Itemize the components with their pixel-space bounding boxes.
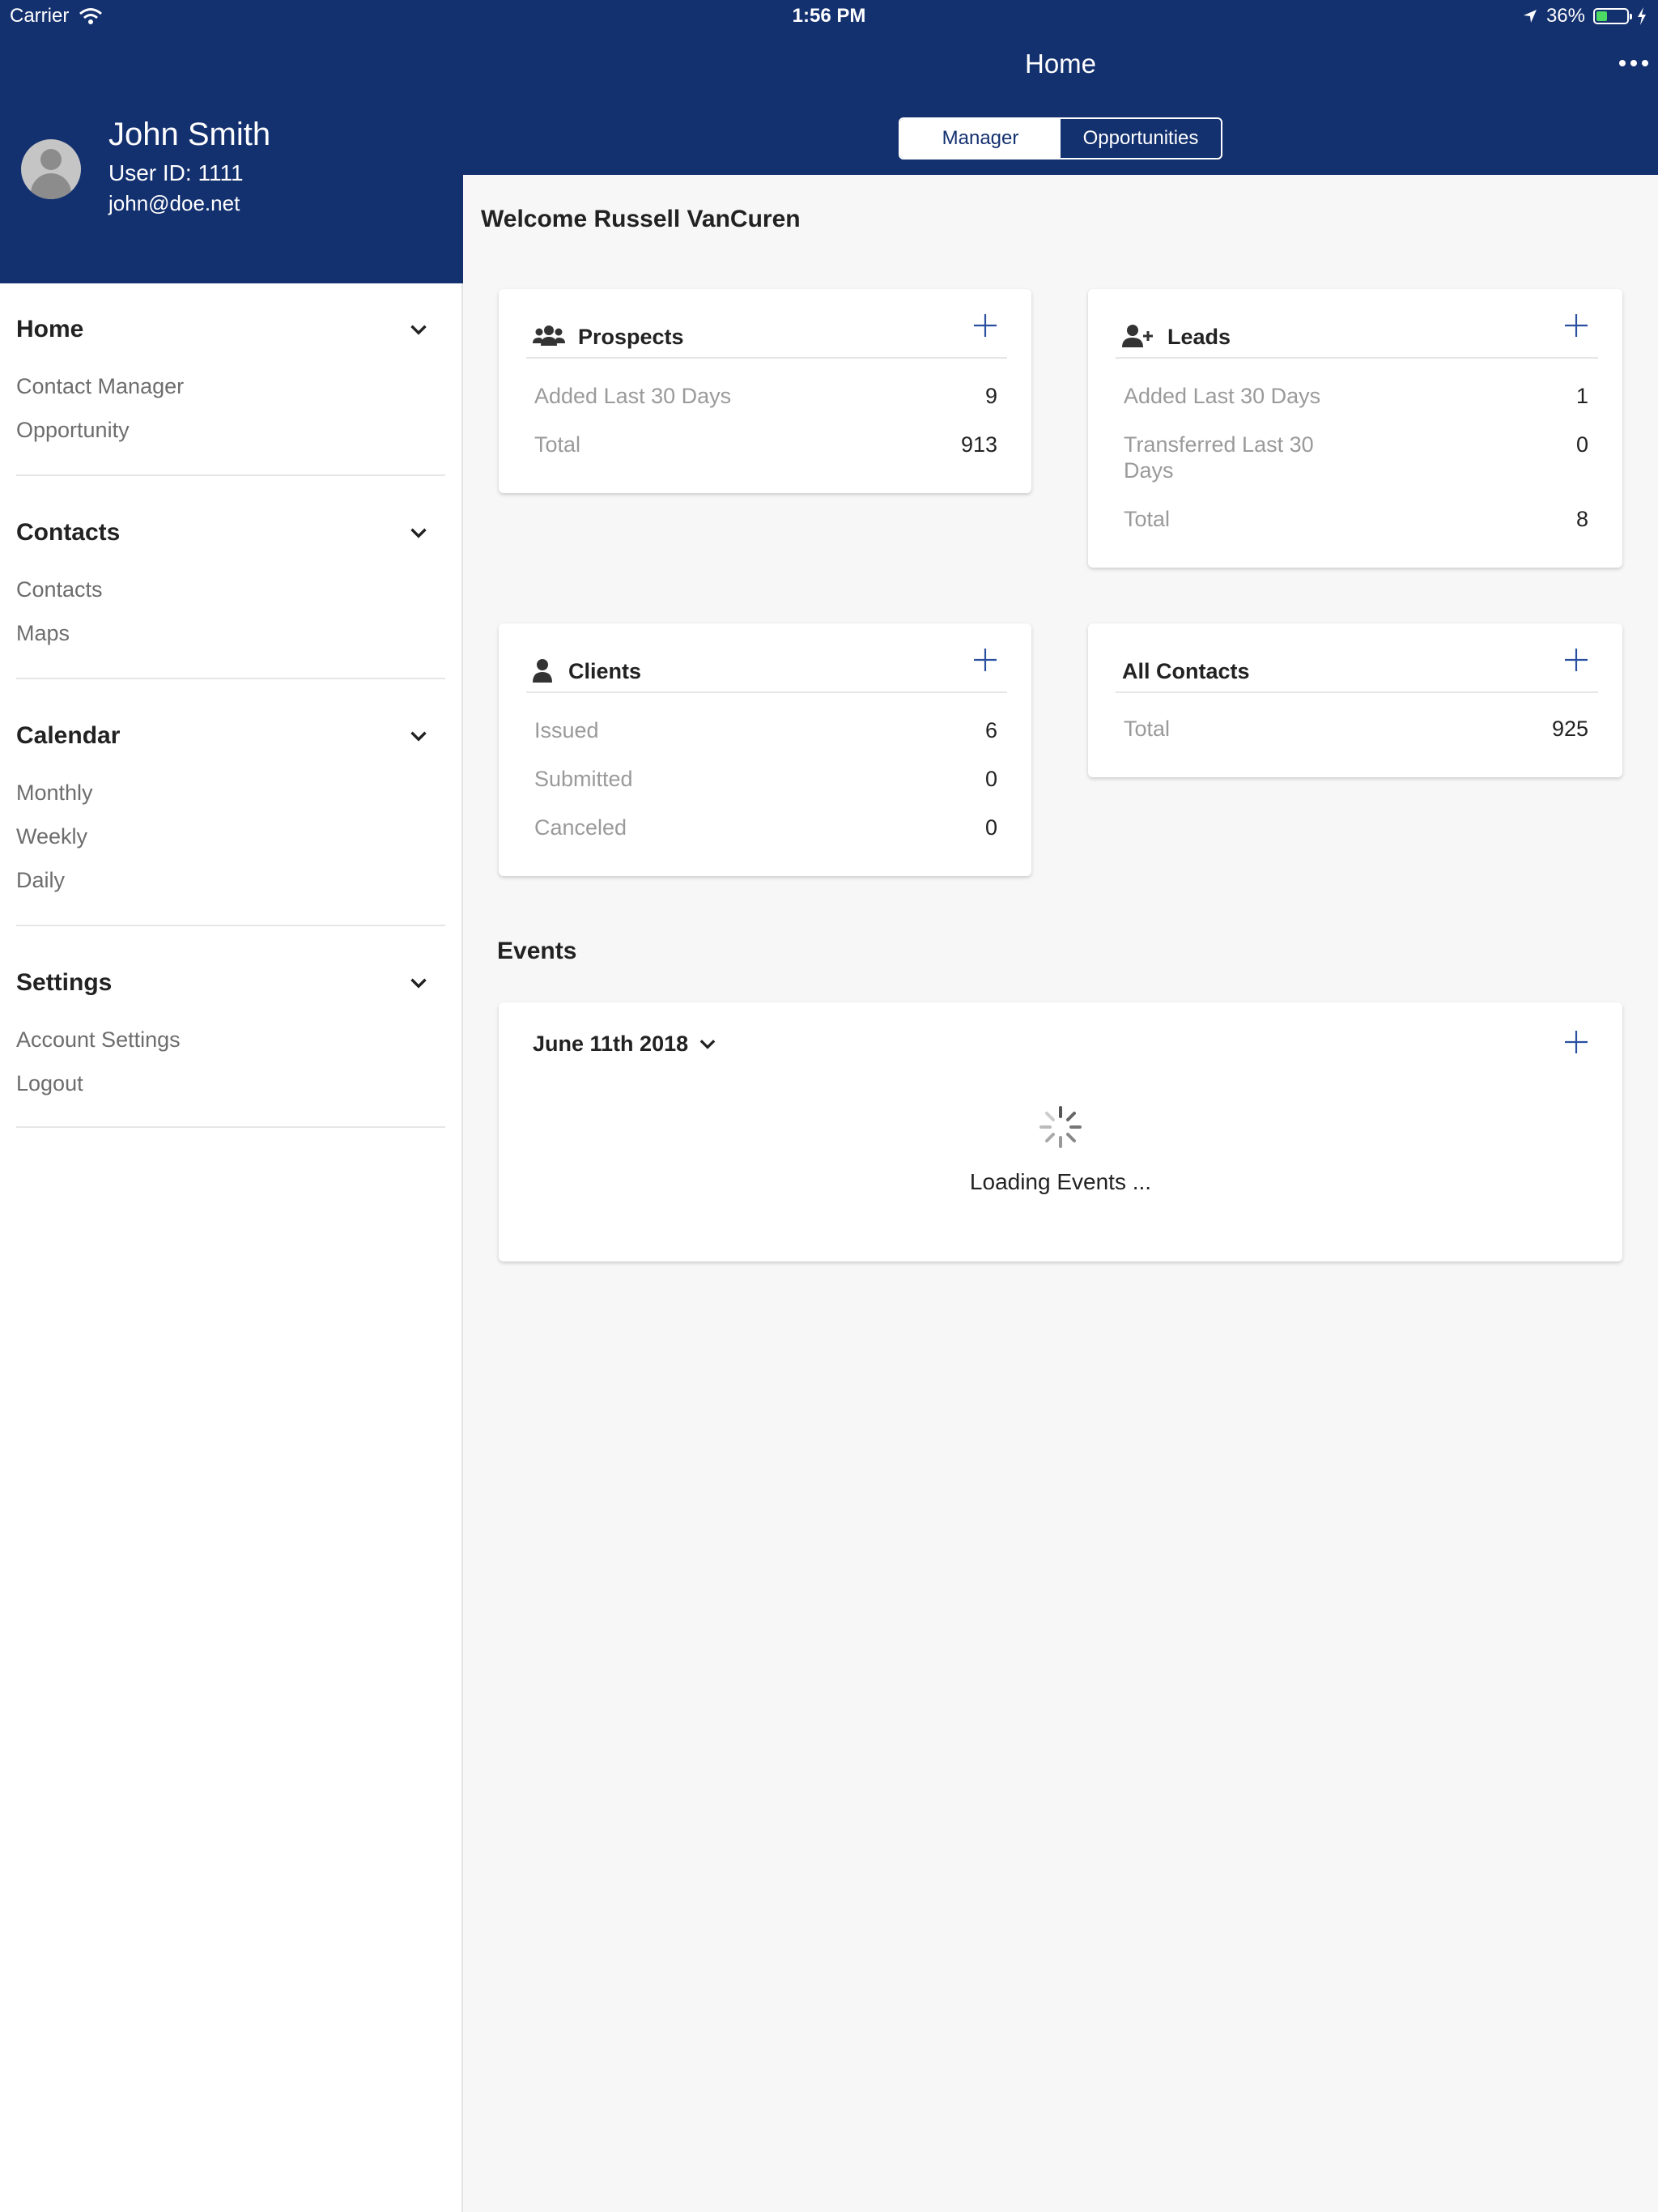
top-header: Home Manager Opportunities xyxy=(463,36,1658,175)
nav-section-title: Calendar xyxy=(16,722,121,749)
sidebar-item-daily[interactable]: Daily xyxy=(16,858,445,902)
segment-manager[interactable]: Manager xyxy=(900,119,1061,158)
clients-card[interactable]: Clients Issued 6 Submitted 0 Canceled 0 xyxy=(499,623,1031,876)
all-contacts-card[interactable]: All Contacts Total 925 xyxy=(1088,623,1622,777)
card-title: All Contacts xyxy=(1122,659,1250,683)
sidebar-item-contacts[interactable]: Contacts xyxy=(16,568,445,611)
add-user-icon xyxy=(1122,325,1153,347)
nav-header-home[interactable]: Home xyxy=(16,316,445,364)
events-date-label: June 11th 2018 xyxy=(533,1032,689,1056)
status-time: 1:56 PM xyxy=(792,5,866,27)
sidebar-item-monthly[interactable]: Monthly xyxy=(16,771,445,815)
card-title: Leads xyxy=(1167,325,1231,349)
battery-percent: 36% xyxy=(1545,5,1585,27)
prospects-card[interactable]: Prospects Added Last 30 Days 9 Total 913 xyxy=(499,289,1031,493)
segmented-control: Manager Opportunities xyxy=(899,117,1222,160)
chevron-down-icon[interactable] xyxy=(405,316,432,343)
avatar[interactable] xyxy=(21,139,81,199)
nav-section-calendar: Calendar Monthly Weekly Daily xyxy=(16,722,445,926)
leads-card[interactable]: Leads Added Last 30 Days 1 Transferred L… xyxy=(1088,289,1622,568)
segment-opportunities[interactable]: Opportunities xyxy=(1061,119,1221,158)
add-contact-icon[interactable] xyxy=(1562,646,1590,674)
charging-bolt-icon xyxy=(1638,7,1646,25)
card-header: Leads xyxy=(1116,314,1598,359)
nav-header-settings[interactable]: Settings xyxy=(16,969,445,1018)
more-options-icon[interactable] xyxy=(1619,60,1648,66)
sidebar-item-account-settings[interactable]: Account Settings xyxy=(16,1018,445,1061)
nav-header-contacts[interactable]: Contacts xyxy=(16,519,445,568)
add-lead-icon[interactable] xyxy=(1562,312,1590,339)
nav-section-title: Contacts xyxy=(16,519,121,546)
add-event-icon[interactable] xyxy=(1562,1028,1590,1056)
add-prospect-icon[interactable] xyxy=(971,312,999,339)
card-title: Clients xyxy=(568,659,642,683)
events-date-picker[interactable]: June 11th 2018 xyxy=(533,1032,719,1057)
chevron-down-icon[interactable] xyxy=(405,519,432,547)
card-header: Clients xyxy=(526,649,1007,693)
battery-icon xyxy=(1593,8,1632,24)
loading-spinner-icon xyxy=(1039,1106,1082,1148)
sidebar-item-contact-manager[interactable]: Contact Manager xyxy=(16,364,445,408)
nav-section-title: Settings xyxy=(16,969,113,996)
nav-header-calendar[interactable]: Calendar xyxy=(16,722,445,771)
events-card: June 11th 2018 Loading Events ... xyxy=(499,1002,1622,1261)
profile-name: John Smith xyxy=(108,117,271,152)
nav-section-title: Home xyxy=(16,316,84,342)
nav-section-contacts: Contacts Contacts Maps xyxy=(16,519,445,679)
chevron-down-icon xyxy=(699,1039,716,1049)
welcome-message: Welcome Russell VanCuren xyxy=(481,206,801,232)
nav-section-settings: Settings Account Settings Logout xyxy=(16,969,445,1128)
profile-user-id: User ID: 1111 xyxy=(108,160,244,185)
add-client-icon[interactable] xyxy=(971,646,999,674)
profile-header: John Smith User ID: 1111 john@doe.net xyxy=(0,36,463,283)
sidebar-item-weekly[interactable]: Weekly xyxy=(16,815,445,858)
sidebar-item-maps[interactable]: Maps xyxy=(16,611,445,655)
sidebar-item-opportunity[interactable]: Opportunity xyxy=(16,408,445,452)
stat-row: Transferred Last 30 Days 0 xyxy=(1124,432,1588,483)
user-icon xyxy=(533,659,552,683)
card-title: Prospects xyxy=(578,325,684,349)
chevron-down-icon[interactable] xyxy=(405,969,432,997)
users-group-icon xyxy=(533,325,565,346)
card-header: Prospects xyxy=(526,314,1007,359)
events-title: Events xyxy=(497,938,577,964)
location-arrow-icon xyxy=(1523,10,1537,23)
profile-email: john@doe.net xyxy=(108,191,240,215)
sidebar: John Smith User ID: 1111 john@doe.net Ho… xyxy=(0,0,463,2212)
sidebar-item-logout[interactable]: Logout xyxy=(16,1061,445,1105)
page-title: Home xyxy=(1024,49,1097,79)
status-bar: Carrier 1:56 PM 36% xyxy=(0,0,1658,36)
loading-events-text: Loading Events ... xyxy=(969,1169,1152,1194)
card-header: All Contacts xyxy=(1116,649,1598,693)
chevron-down-icon[interactable] xyxy=(405,722,432,750)
nav-section-home: Home Contact Manager Opportunity xyxy=(16,316,445,476)
